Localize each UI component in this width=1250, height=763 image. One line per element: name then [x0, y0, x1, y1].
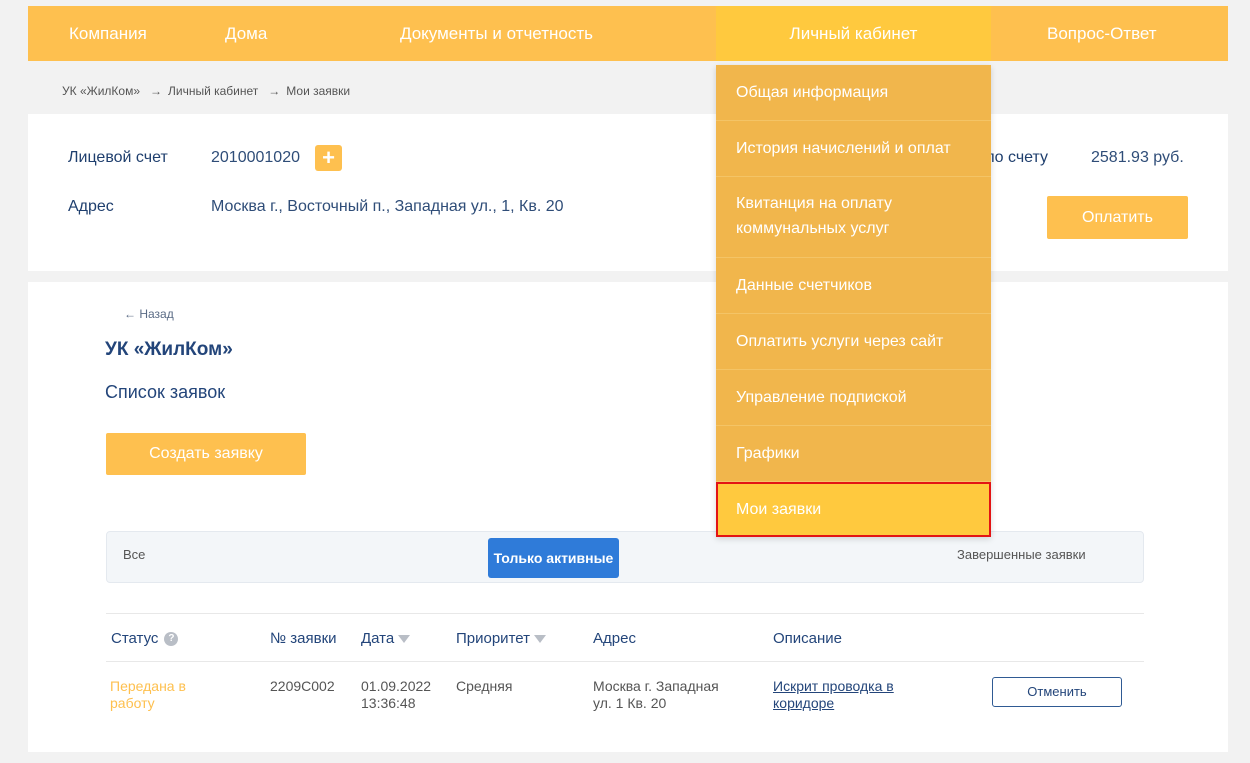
address-label: Адрес: [68, 198, 114, 215]
plus-icon: +: [322, 145, 335, 170]
row-address-line: ул. 1 Кв. 20: [593, 695, 667, 711]
menu-item-meter-data[interactable]: Данные счетчиков: [716, 258, 991, 314]
top-navigation: Компания Дома Документы и отчетность Лич…: [28, 6, 1228, 61]
menu-item-receipt[interactable]: Квитанция на оплату коммунальных услуг: [716, 177, 991, 258]
row-date-line: 01.09.2022: [361, 678, 432, 694]
cancel-request-button[interactable]: Отменить: [992, 677, 1122, 707]
header-priority-label: Приоритет: [456, 630, 530, 647]
menu-item-pay-online[interactable]: Оплатить услуги через сайт: [716, 314, 991, 370]
table-header: Статус? № заявки Дата Приоритет Адрес Оп…: [106, 613, 1144, 662]
breadcrumb-separator: →: [150, 84, 162, 98]
header-address: Адрес: [593, 630, 636, 647]
breadcrumb-item-personal-account[interactable]: Личный кабинет: [168, 84, 258, 98]
sort-down-icon[interactable]: [398, 635, 411, 644]
row-address: Москва г. Западная ул. 1 Кв. 20: [593, 678, 719, 712]
row-description-line: Искрит проводка в: [773, 678, 894, 694]
header-number: № заявки: [270, 630, 337, 647]
row-time-line: 13:36:48: [361, 695, 416, 711]
menu-item-charges-history[interactable]: История начислений и оплат: [716, 121, 991, 177]
account-number: 2010001020: [211, 149, 300, 166]
filter-active[interactable]: Только активные: [488, 538, 619, 578]
create-request-button[interactable]: Создать заявку: [106, 433, 306, 475]
personal-account-dropdown: Общая информация История начислений и оп…: [716, 65, 991, 537]
header-priority[interactable]: Приоритет: [456, 630, 546, 647]
address-value: Москва г., Восточный п., Западная ул., 1…: [211, 198, 564, 215]
row-priority: Средняя: [456, 678, 513, 694]
menu-item-my-requests[interactable]: Мои заявки: [716, 482, 991, 537]
row-status: Передана в работу: [110, 678, 186, 712]
balance-label: по счету: [986, 149, 1049, 166]
balance-value: 2581.93 руб.: [1091, 149, 1184, 166]
menu-item-general-info[interactable]: Общая информация: [716, 65, 991, 121]
row-description-link[interactable]: Искрит проводка в коридоре: [773, 678, 894, 712]
menu-item-charts[interactable]: Графики: [716, 426, 991, 482]
filter-all[interactable]: Все: [123, 547, 145, 562]
breadcrumb: УК «ЖилКом» → Личный кабинет → Мои заявки: [62, 84, 354, 98]
nav-item-personal-account[interactable]: Личный кабинет: [716, 6, 991, 61]
breadcrumb-separator: →: [268, 84, 281, 98]
sort-down-icon[interactable]: [533, 635, 546, 644]
account-panel: Лицевой счет 2010001020 + Адрес Москва г…: [28, 114, 1228, 271]
filter-bar: Все Только активные Завершенные заявки: [106, 531, 1144, 583]
requests-panel: ← Назад УК «ЖилКом» Список заявок Создат…: [28, 282, 1228, 752]
row-status-line: Передана в: [110, 678, 186, 694]
header-status: Статус?: [111, 630, 179, 647]
row-description-line: коридоре: [773, 695, 835, 711]
back-link[interactable]: ← Назад: [124, 307, 174, 321]
breadcrumb-item-my-requests: Мои заявки: [286, 84, 351, 98]
nav-item-faq[interactable]: Вопрос-Ответ: [1047, 6, 1157, 61]
help-icon[interactable]: ?: [164, 632, 179, 647]
breadcrumb-item-home[interactable]: УК «ЖилКом»: [62, 84, 140, 98]
header-date[interactable]: Дата: [361, 630, 411, 647]
row-status-line: работу: [110, 695, 155, 711]
nav-item-company[interactable]: Компания: [69, 6, 147, 61]
org-title: УК «ЖилКом»: [105, 339, 233, 360]
header-status-label: Статус: [111, 630, 159, 647]
page-title: Список заявок: [105, 382, 226, 402]
row-number: 2209C002: [270, 678, 335, 694]
nav-item-documents[interactable]: Документы и отчетность: [400, 6, 593, 61]
menu-item-subscription[interactable]: Управление подпиской: [716, 370, 991, 426]
header-date-label: Дата: [361, 630, 395, 647]
nav-item-houses[interactable]: Дома: [225, 6, 267, 61]
row-date: 01.09.2022 13:36:48: [361, 678, 431, 712]
header-description: Описание: [773, 630, 843, 647]
add-account-button[interactable]: +: [315, 145, 342, 171]
filter-completed[interactable]: Завершенные заявки: [957, 547, 1086, 562]
row-address-line: Москва г. Западная: [593, 678, 719, 694]
account-label: Лицевой счет: [68, 149, 168, 166]
pay-button[interactable]: Оплатить: [1047, 196, 1188, 239]
